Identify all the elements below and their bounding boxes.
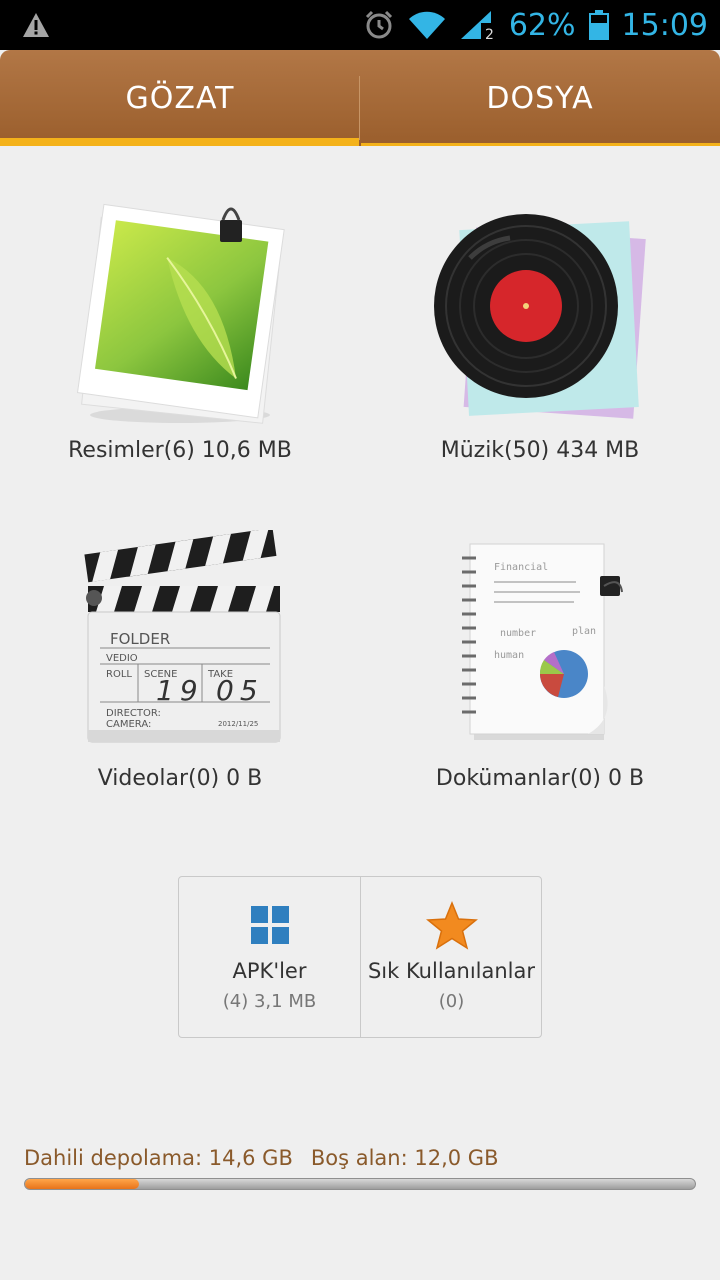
- svg-text:2: 2: [485, 27, 494, 41]
- storage-progress-bar: [24, 1178, 696, 1190]
- category-documents[interactable]: Financial number plan human Dokümanlar(0…: [360, 520, 720, 800]
- tab-browse[interactable]: GÖZAT: [0, 50, 360, 146]
- apk-shortcut[interactable]: APK'ler (4) 3,1 MB: [179, 877, 360, 1037]
- category-music-label: Müzik(50) 434 MB: [440, 438, 640, 463]
- battery-percent: 62%: [508, 7, 576, 43]
- category-videos[interactable]: FOLDER VEDIO ROLL SCENE TAKE 19 05 DIREC…: [0, 520, 360, 800]
- clapper-director-text: DIRECTOR:: [106, 708, 161, 719]
- warning-icon: [23, 13, 49, 37]
- clapper-folder-text: FOLDER: [110, 630, 170, 648]
- clapper-camera-text: CAMERA:: [106, 719, 151, 730]
- tab-underline: [361, 143, 720, 146]
- notebook-plan-text: plan: [572, 626, 596, 637]
- clapper-scene-number: 19: [156, 674, 204, 707]
- category-pictures-label: Resimler(6) 10,6 MB: [68, 438, 292, 463]
- battery-icon: [588, 10, 609, 40]
- vinyl-record-icon: [434, 214, 646, 419]
- photo-icon: [76, 203, 285, 424]
- notebook-icon: Financial number plan human: [462, 543, 623, 740]
- active-tab-indicator: [0, 138, 359, 146]
- free-space-label: Boş alan: 12,0 GB: [310, 1146, 499, 1170]
- clapper-roll-text: ROLL: [106, 669, 132, 680]
- favorites-shortcut-title: Sık Kullanılanlar: [367, 959, 536, 983]
- wifi-icon: [408, 11, 445, 39]
- storage-info: Dahili depolama: 14,6 GB Boş alan: 12,0 G…: [24, 1146, 498, 1170]
- apk-shortcut-title: APK'ler: [232, 959, 307, 983]
- storage-progress-fill: [25, 1179, 139, 1189]
- internal-storage-label: Dahili depolama: 14,6 GB: [24, 1146, 293, 1170]
- tab-browse-label: GÖZAT: [125, 80, 235, 116]
- category-videos-label: Videolar(0) 0 B: [97, 766, 263, 791]
- shortcut-panel: APK'ler (4) 3,1 MB Sık Kullanılanlar (0): [178, 876, 542, 1038]
- favorites-shortcut-count: (0): [438, 991, 465, 1012]
- clapper-vedio-text: VEDIO: [106, 653, 138, 664]
- category-music[interactable]: Müzik(50) 434 MB: [360, 180, 720, 480]
- apps-grid-icon: [250, 906, 289, 944]
- clapper-take-number: 05: [216, 674, 264, 707]
- clock: 15:09: [621, 7, 708, 43]
- star-icon: [425, 901, 478, 950]
- category-pictures[interactable]: Resimler(6) 10,6 MB: [0, 180, 360, 480]
- alarm-icon: [365, 10, 392, 39]
- notebook-title-text: Financial: [494, 562, 548, 573]
- clapper-date-text: 2012/11/25: [218, 720, 258, 728]
- tab-bar: GÖZAT DOSYA: [0, 50, 720, 146]
- clapperboard-icon: FOLDER VEDIO ROLL SCENE TAKE 19 05 DIREC…: [84, 530, 281, 743]
- notebook-human-text: human: [494, 650, 524, 661]
- category-documents-label: Dokümanlar(0) 0 B: [435, 766, 645, 791]
- tab-files[interactable]: DOSYA: [360, 50, 720, 146]
- favorites-shortcut[interactable]: Sık Kullanılanlar (0): [361, 877, 542, 1037]
- notebook-number-text: number: [500, 628, 536, 639]
- tab-files-label: DOSYA: [486, 80, 594, 116]
- status-bar: 2 62% 15:09: [0, 0, 720, 50]
- signal-icon: 2: [460, 11, 495, 41]
- apk-shortcut-size: (4) 3,1 MB: [222, 991, 317, 1012]
